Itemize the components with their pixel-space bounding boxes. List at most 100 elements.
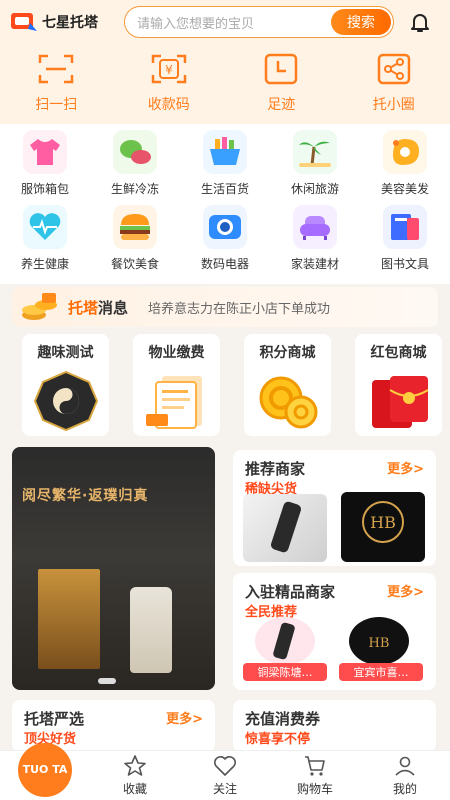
merchant-image-2[interactable]: HB xyxy=(341,492,425,562)
fresh-food-icon xyxy=(113,130,157,174)
banner-headline: 阅尽繁华·返璞归真 xyxy=(22,488,149,504)
service-title: 红包商城 xyxy=(370,345,427,361)
tab-mine[interactable]: 我的 xyxy=(360,751,450,800)
service-row: 趣味测试 物业缴费 积分商城 红包商城 xyxy=(0,334,450,442)
category-daily-goods[interactable]: 生活百货 xyxy=(180,130,270,205)
footprint-icon xyxy=(265,53,298,85)
news-title: 托塔消息 xyxy=(68,297,128,318)
tab-label: 我的 xyxy=(392,782,417,796)
star-icon xyxy=(124,755,146,776)
service-fun-test[interactable]: 趣味测试 xyxy=(22,334,109,436)
category-label: 养生健康 xyxy=(20,257,69,271)
tab-favorites[interactable]: 收藏 xyxy=(90,751,180,800)
bottle-image xyxy=(130,587,172,673)
app-logo[interactable]: 七星托塔 xyxy=(10,11,122,33)
tab-follow[interactable]: 关注 xyxy=(180,751,270,800)
card-title: 充值消费券 xyxy=(245,710,321,728)
more-link[interactable]: 更多> xyxy=(387,458,424,477)
card-subtitle: 惊喜享不停 xyxy=(245,732,311,747)
category-travel[interactable]: 休闲旅游 xyxy=(270,130,360,205)
category-clothing[interactable]: 服饰箱包 xyxy=(0,130,90,205)
category-label: 美容美发 xyxy=(380,182,429,196)
svg-text:HB: HB xyxy=(370,513,396,532)
bill-icon xyxy=(145,376,202,429)
category-fresh[interactable]: 生鲜冷冻 xyxy=(90,130,180,205)
svg-text:HB: HB xyxy=(369,636,390,651)
merchant-tag-1[interactable]: 铜梁陈塘… xyxy=(243,663,327,681)
category-label: 数码电器 xyxy=(200,257,249,271)
service-red-envelope-mall[interactable]: 红包商城 xyxy=(355,334,442,436)
category-food[interactable]: 餐饮美食 xyxy=(90,205,180,280)
coins-icon xyxy=(259,376,317,429)
quick-actions: 扫一扫 ¥ 收款码 足迹 托小圈 xyxy=(0,44,450,124)
promo-banner[interactable]: 阅尽繁华·返璞归真 xyxy=(12,447,215,690)
news-bar[interactable]: 托塔消息 培养意志力在陈正小店下单成功 xyxy=(12,287,438,327)
search-input[interactable]: 请输入您想要的宝贝 xyxy=(137,13,254,32)
category-health[interactable]: 养生健康 xyxy=(0,205,90,280)
tab-label: 收藏 xyxy=(122,782,147,796)
featured-merchants-card[interactable]: 入驻精品商家 更多> 全民推荐 HB 铜梁陈塘… 宜宾市喜… xyxy=(233,573,436,690)
tab-label: 购物车 xyxy=(296,782,333,796)
service-title: 趣味测试 xyxy=(37,345,94,361)
home-logo[interactable]: TUO TA xyxy=(18,742,72,797)
category-digital[interactable]: 数码电器 xyxy=(180,205,270,280)
search-button[interactable]: 搜索 xyxy=(331,9,391,35)
quick-label: 托小圈 xyxy=(372,97,415,113)
news-title-b: 消息 xyxy=(98,298,129,317)
sofa-icon xyxy=(293,205,337,249)
bottom-tab-bar: TUO TA 收藏 关注 购物车 我的 xyxy=(0,742,450,800)
svg-text:¥: ¥ xyxy=(165,63,173,77)
camera-icon xyxy=(203,205,247,249)
merchant-image-1[interactable] xyxy=(243,494,327,562)
bell-icon[interactable] xyxy=(408,10,432,34)
heart-icon xyxy=(214,756,236,776)
app-name: 七星托塔 xyxy=(42,15,98,31)
tab-label: 关注 xyxy=(212,782,237,796)
merchant-image-2[interactable]: HB xyxy=(349,617,409,665)
merchant-tag-2[interactable]: 宜宾市喜… xyxy=(339,663,423,681)
category-books[interactable]: 图书文具 xyxy=(360,205,450,280)
service-property-fee[interactable]: 物业缴费 xyxy=(133,334,220,436)
category-home[interactable]: 家装建材 xyxy=(270,205,360,280)
category-label: 图书文具 xyxy=(380,257,429,271)
payment-code-icon: ¥ xyxy=(151,54,186,84)
category-label: 家装建材 xyxy=(290,257,339,271)
card-title: 推荐商家 xyxy=(245,460,306,478)
merchant-image-1[interactable] xyxy=(255,617,315,665)
category-label: 服饰箱包 xyxy=(20,182,69,196)
category-grid: 服饰箱包 生鲜冷冻 生活百货 休闲旅游 美容美发 养生健康 餐饮美食 数码电器 … xyxy=(0,124,450,284)
coins-icon xyxy=(22,293,57,320)
share-circle-icon xyxy=(377,53,410,85)
card-title: 入驻精品商家 xyxy=(245,583,336,601)
category-beauty[interactable]: 美容美发 xyxy=(360,130,450,205)
quick-label: 足迹 xyxy=(267,97,296,113)
service-title: 积分商城 xyxy=(259,345,316,361)
tab-home[interactable]: TUO TA xyxy=(0,742,90,800)
more-link[interactable]: 更多> xyxy=(166,708,203,727)
card-title: 托塔严选 xyxy=(24,710,85,728)
heart-health-icon xyxy=(23,205,67,249)
books-icon xyxy=(383,205,427,249)
basket-icon xyxy=(203,130,247,174)
recharge-voucher-card[interactable]: 充值消费券 惊喜享不停 xyxy=(233,700,436,752)
banner-indicator[interactable] xyxy=(98,678,116,684)
tab-cart[interactable]: 购物车 xyxy=(270,751,360,800)
user-icon xyxy=(395,756,415,776)
product-box-image xyxy=(38,569,100,669)
news-text: 培养意志力在陈正小店下单成功 xyxy=(148,301,331,317)
quick-share-circle[interactable]: 托小圈 xyxy=(338,44,450,124)
category-label: 休闲旅游 xyxy=(290,182,339,196)
search-bar[interactable]: 请输入您想要的宝贝 搜索 xyxy=(124,6,394,38)
more-link[interactable]: 更多> xyxy=(387,581,424,600)
burger-icon xyxy=(113,205,157,249)
quick-scan[interactable]: 扫一扫 xyxy=(0,44,113,124)
clothing-icon xyxy=(23,130,67,174)
quick-footprint[interactable]: 足迹 xyxy=(225,44,338,124)
palm-tree-icon xyxy=(293,130,337,174)
service-title: 物业缴费 xyxy=(148,345,205,361)
category-label: 餐饮美食 xyxy=(110,257,159,271)
service-points-mall[interactable]: 积分商城 xyxy=(244,334,331,436)
recommend-merchants-card[interactable]: 推荐商家 更多> 稀缺尖货 HB xyxy=(233,450,436,566)
quick-payment-code[interactable]: ¥ 收款码 xyxy=(113,44,226,124)
logo-icon xyxy=(11,13,37,31)
